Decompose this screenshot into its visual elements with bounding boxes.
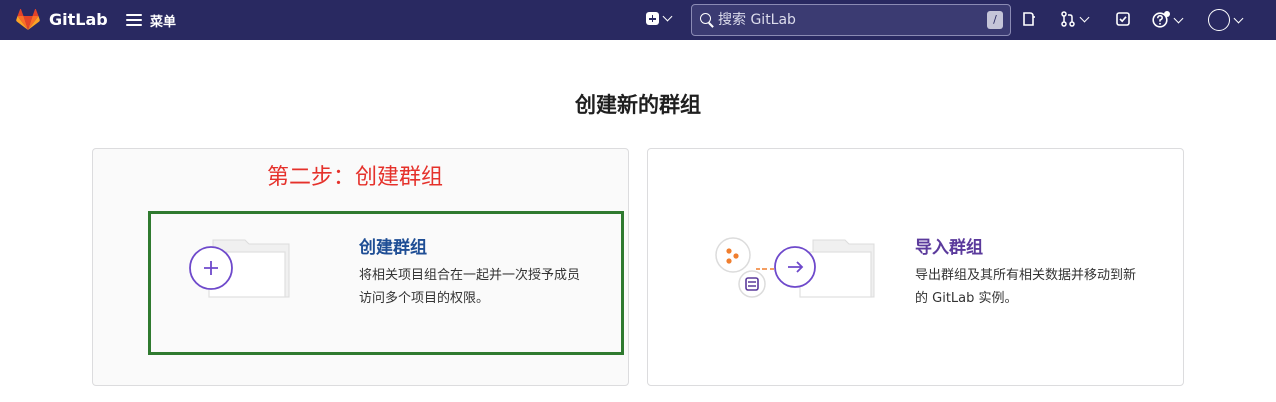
merge-requests-dropdown[interactable] [1060,11,1090,27]
gitlab-logo-icon[interactable] [16,9,40,31]
new-group-illustration-icon [189,239,290,298]
todos-button[interactable] [1115,11,1131,27]
hamburger-icon [126,14,142,26]
search-shortcut-key: / [987,11,1003,29]
create-group-description: 将相关项目组合在一起并一次授予成员访问多个项目的权限。 [359,268,581,306]
import-group-title[interactable]: 导入群组 [915,233,983,258]
issues-icon [1023,12,1035,26]
help-dropdown[interactable] [1152,11,1184,29]
chevron-down-icon [662,11,673,22]
create-group-title[interactable]: 创建群组 [359,233,427,258]
menu-label: 菜单 [150,14,177,30]
main-menu-button[interactable]: 菜单 [126,11,177,30]
avatar [1208,9,1230,31]
todo-checkbox-icon [1116,12,1130,26]
chevron-down-icon [1173,13,1184,23]
chevron-down-icon [1079,12,1090,22]
user-menu-dropdown[interactable] [1208,9,1244,31]
search-icon [700,13,711,24]
step-annotation: 第二步：创建群组 [267,165,444,190]
top-navbar: GitLab 菜单 / [0,0,1276,40]
help-icon [1152,11,1170,28]
page-title: 创建新的群组 [575,93,701,117]
brand-name[interactable]: GitLab [49,10,108,29]
import-group-description: 导出群组及其所有相关数据并移动到新的 GitLab 实例。 [915,268,1137,306]
import-group-illustration-icon [715,237,875,298]
issues-button[interactable] [1021,11,1037,27]
new-item-dropdown[interactable] [646,11,673,25]
search-input[interactable] [718,5,978,35]
plus-square-icon [646,12,659,25]
chevron-down-icon [1233,13,1244,23]
search-box[interactable]: / [691,4,1011,36]
merge-request-icon [1061,11,1075,27]
